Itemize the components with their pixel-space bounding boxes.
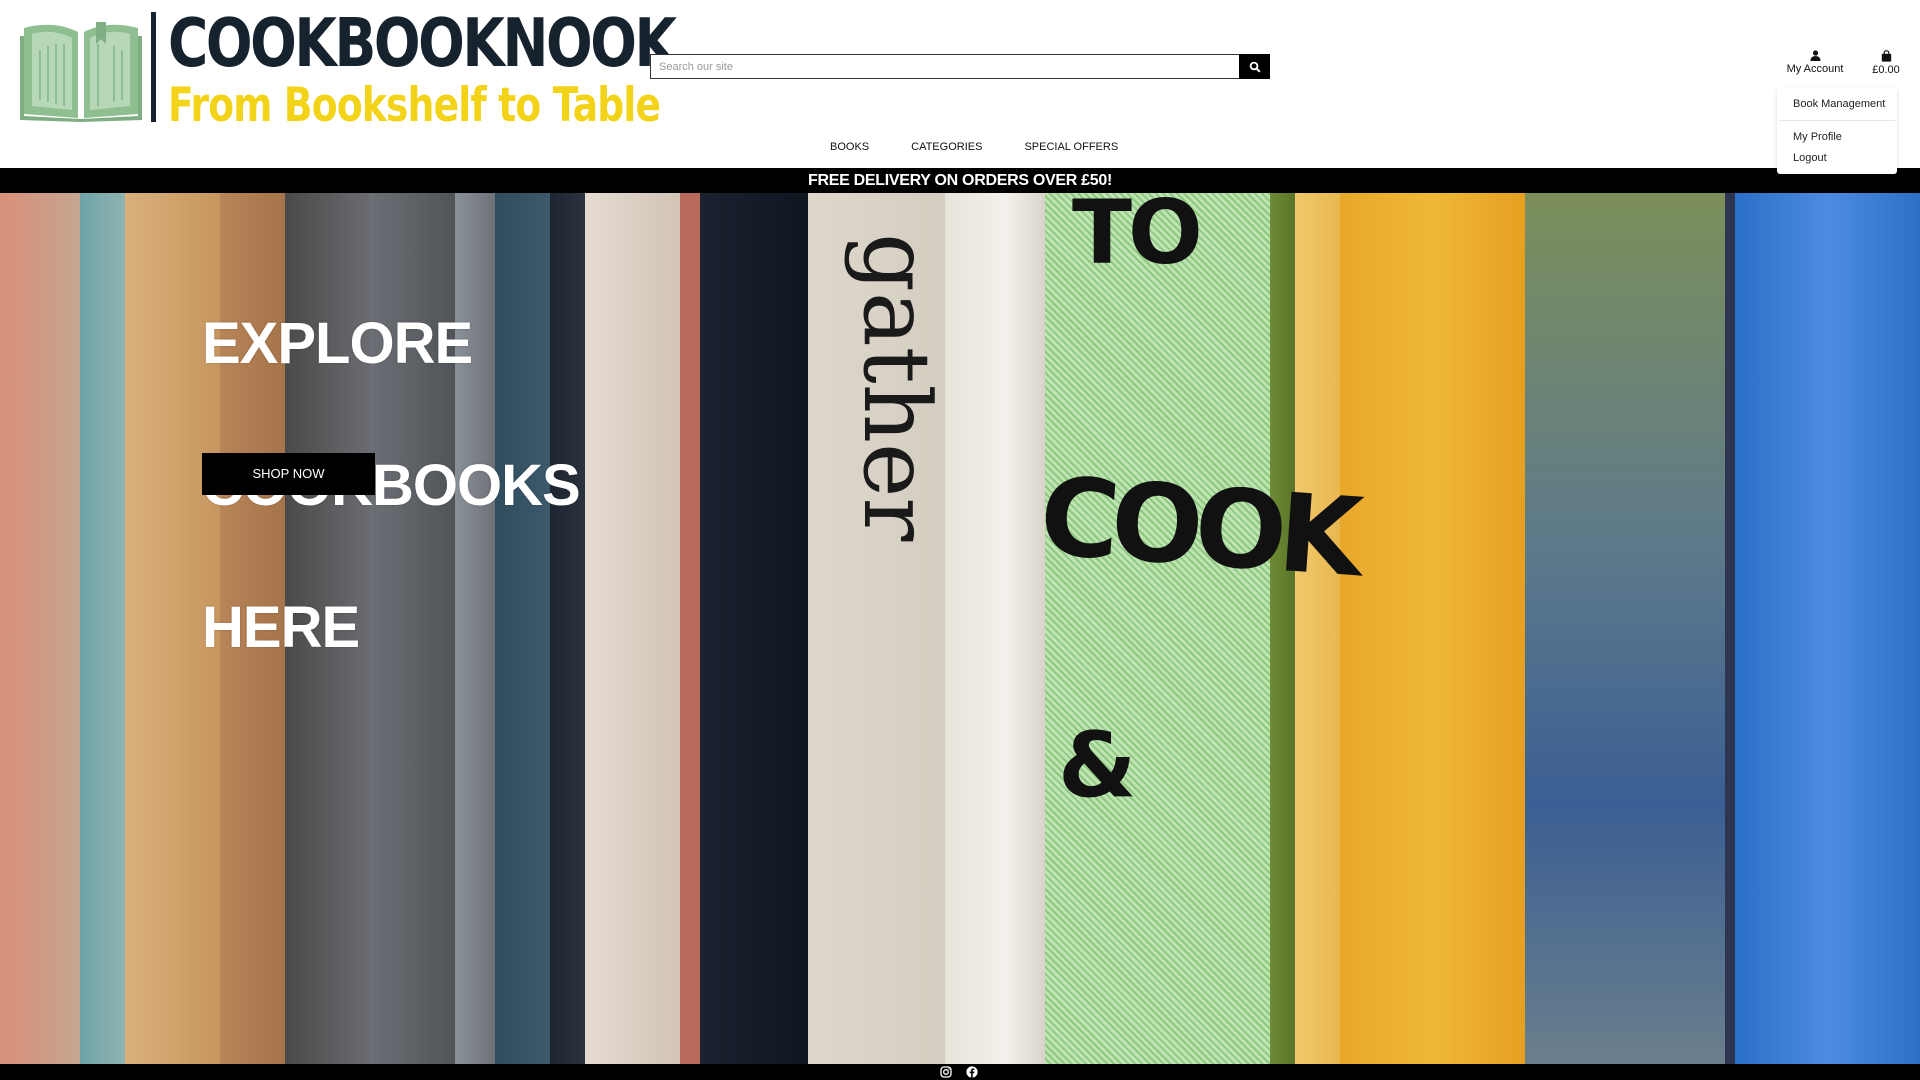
facebook-icon[interactable] [966, 1066, 978, 1078]
site-footer [0, 1064, 1920, 1080]
dropdown-item-my-profile[interactable]: My Profile [1793, 131, 1842, 143]
nav-item-special-offers[interactable]: SPECIAL OFFERS [1024, 141, 1118, 153]
spine-text-cook: COOK [1036, 454, 1359, 601]
nav-item-books[interactable]: BOOKS [830, 141, 869, 153]
spine-text-gather: gather [843, 233, 950, 542]
brand-tagline: From Bookshelf to Table [168, 78, 661, 133]
brand-name: COOKBOOKNOOK [168, 4, 677, 82]
dropdown-item-logout[interactable]: Logout [1793, 152, 1827, 164]
dropdown-item-book-management[interactable]: Book Management [1793, 98, 1885, 110]
delivery-banner: FREE DELIVERY ON ORDERS OVER £50! [0, 168, 1920, 193]
search-input[interactable] [650, 54, 1239, 79]
open-book-icon [20, 22, 142, 122]
instagram-icon[interactable] [940, 1066, 952, 1078]
user-icon [1810, 50, 1820, 61]
dropdown-divider [1779, 120, 1895, 121]
search-icon [1249, 61, 1261, 73]
cart-total: £0.00 [1872, 64, 1900, 76]
search-button[interactable] [1239, 54, 1270, 79]
site-header: COOKBOOKNOOK From Bookshelf to Table My … [0, 0, 1920, 174]
shopping-bag-link[interactable]: £0.00 [1862, 50, 1910, 76]
site-logo[interactable]: COOKBOOKNOOK From Bookshelf to Table [20, 4, 677, 133]
account-dropdown: Book Management My Profile Logout [1777, 88, 1897, 174]
spine-text-to: TO [1072, 193, 1203, 284]
main-nav: BOOKS CATEGORIES SPECIAL OFFERS [830, 141, 1118, 153]
spine-text-ampersand: & [1058, 713, 1137, 818]
hero-title-line-1: EXPLORE [202, 311, 473, 376]
hero-section: gather TO COOK & EXPLORE COOKBOOKS HERE … [0, 193, 1920, 1064]
shop-now-button[interactable]: SHOP NOW [202, 453, 375, 495]
my-account-link[interactable]: My Account [1782, 50, 1848, 75]
shopping-bag-icon [1881, 50, 1891, 62]
my-account-label: My Account [1786, 63, 1844, 75]
logo-divider [151, 12, 156, 122]
nav-item-categories[interactable]: CATEGORIES [911, 141, 982, 153]
search-form [650, 54, 1270, 79]
hero-title-line-3: HERE [202, 595, 360, 660]
